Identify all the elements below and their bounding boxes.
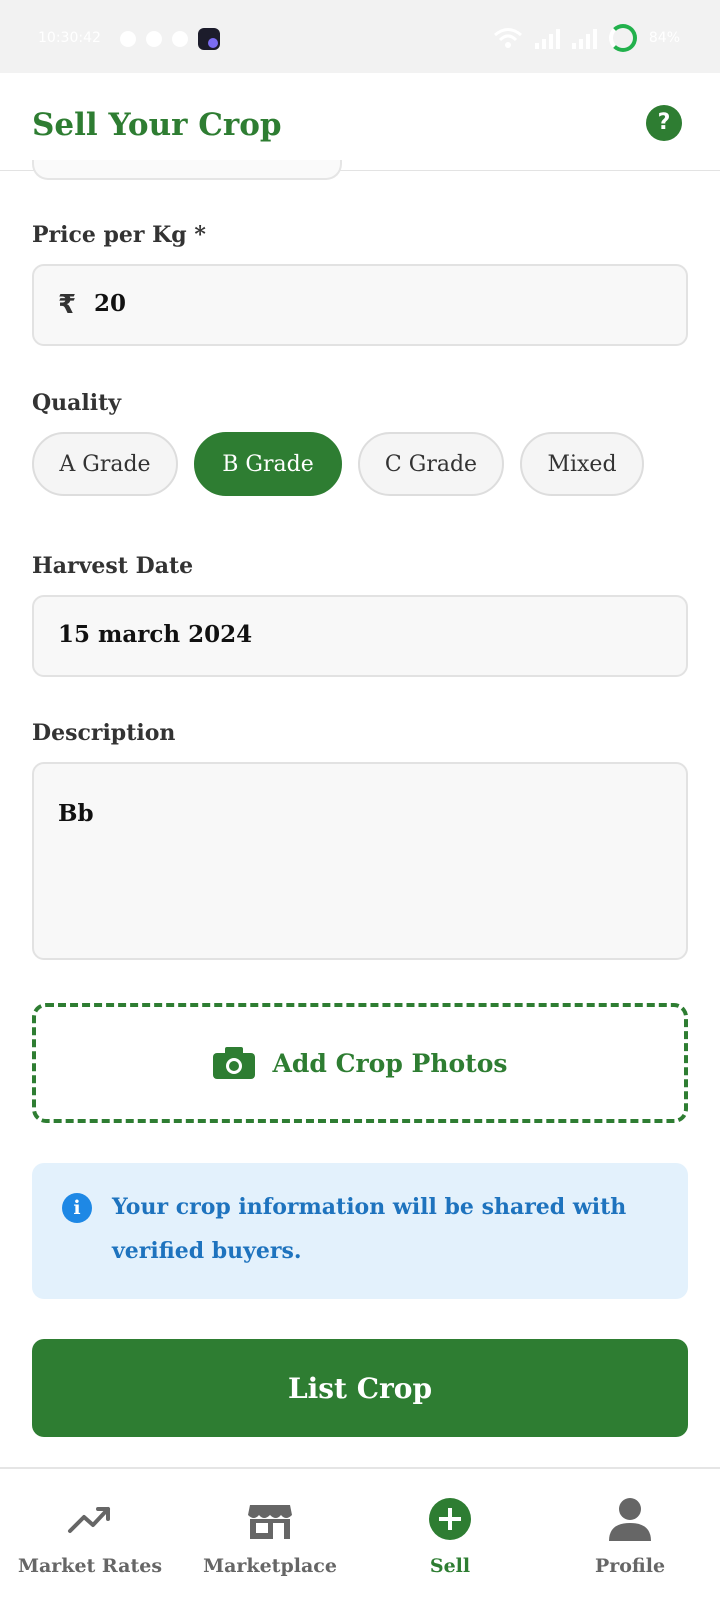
nav-label: Market Rates xyxy=(17,1555,163,1577)
description-label: Description xyxy=(32,720,176,746)
page-title: Sell Your Crop xyxy=(32,107,282,143)
nav-label: Marketplace xyxy=(203,1555,337,1577)
wifi-icon xyxy=(493,28,522,48)
quality-chip-c-grade[interactable]: C Grade xyxy=(358,432,504,496)
info-banner: i Your crop information will be shared w… xyxy=(32,1163,688,1299)
nav-item-marketplace[interactable]: Marketplace xyxy=(180,1469,360,1600)
add-photos-button[interactable]: Add Crop Photos xyxy=(32,1003,688,1123)
status-bar: 10:30:42 84% xyxy=(0,0,720,73)
battery-level: 84% xyxy=(648,30,680,46)
system-icons: 84% xyxy=(493,24,680,52)
info-icon: i xyxy=(62,1193,92,1223)
price-value: 20 xyxy=(94,290,127,317)
quality-chip-a-grade[interactable]: A Grade xyxy=(32,432,178,496)
person-icon xyxy=(609,1498,651,1541)
price-label: Price per Kg * xyxy=(32,222,206,248)
signal-icon xyxy=(534,27,560,49)
description-value: Bb xyxy=(58,800,94,827)
harvest-date-input[interactable]: 15 march 2024 xyxy=(32,595,688,677)
trending-up-icon xyxy=(68,1507,110,1533)
list-crop-button[interactable]: List Crop xyxy=(32,1339,688,1437)
app-header: Sell Your Crop ? xyxy=(0,73,720,171)
storefront-icon xyxy=(248,1505,292,1539)
notification-icon xyxy=(172,31,188,47)
harvest-date-label: Harvest Date xyxy=(32,553,194,579)
nav-label: Sell xyxy=(429,1555,471,1577)
description-textarea[interactable]: Bb xyxy=(32,762,688,960)
bottom-navigation: Market Rates Marketplace Sell Profile xyxy=(0,1467,720,1600)
rupee-icon: ₹ xyxy=(58,290,77,320)
add-circle-icon xyxy=(429,1498,471,1540)
notification-icon xyxy=(146,31,162,47)
signal-icon xyxy=(571,27,597,49)
add-photos-label: Add Crop Photos xyxy=(272,1048,508,1078)
status-time: 10:30:42 xyxy=(38,30,101,46)
notification-icon xyxy=(120,31,136,47)
previous-input-field[interactable] xyxy=(32,160,342,180)
nav-item-profile[interactable]: Profile xyxy=(540,1469,720,1600)
price-input[interactable]: ₹ 20 xyxy=(32,264,688,346)
quality-chip-b-grade[interactable]: B Grade xyxy=(194,432,342,496)
quality-chip-mixed[interactable]: Mixed xyxy=(520,432,644,496)
nav-item-market-rates[interactable]: Market Rates xyxy=(0,1469,180,1600)
nav-item-sell[interactable]: Sell xyxy=(360,1469,540,1600)
info-text: Your crop information will be shared wit… xyxy=(112,1194,627,1264)
battery-icon xyxy=(608,24,637,52)
harvest-date-value: 15 march 2024 xyxy=(58,621,253,648)
question-circle-icon: ? xyxy=(657,110,671,135)
camera-icon xyxy=(212,1047,255,1079)
quality-options: A Grade B Grade C Grade Mixed xyxy=(32,432,644,496)
quality-label: Quality xyxy=(32,390,122,416)
nav-label: Profile xyxy=(594,1555,666,1577)
app-notification-icon xyxy=(198,28,220,50)
help-button[interactable]: ? xyxy=(646,105,682,141)
notification-icons xyxy=(120,28,220,50)
